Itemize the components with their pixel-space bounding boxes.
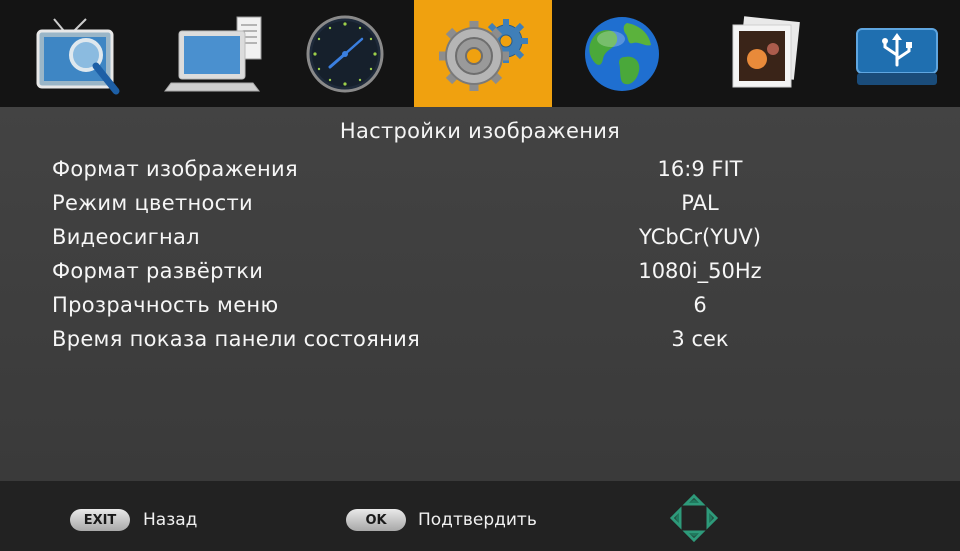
exit-key-badge[interactable]: EXIT	[70, 509, 130, 531]
exit-hint-label: Назад	[143, 510, 198, 530]
setting-value[interactable]: YCbCr(YUV)	[560, 225, 840, 249]
setting-value[interactable]: 6	[560, 293, 840, 317]
footer-hints: EXIT Назад OK Подтвердить	[0, 481, 960, 551]
laptop-icon	[164, 16, 262, 91]
tab-media[interactable]	[693, 0, 831, 107]
photo-icon	[732, 15, 800, 87]
ok-key-badge[interactable]: OK	[346, 509, 406, 531]
setting-label: Прозрачность меню	[52, 293, 279, 317]
tab-channels[interactable]	[10, 0, 148, 107]
setting-label: Режим цветности	[52, 191, 253, 215]
dpad-icon	[669, 493, 719, 543]
top-menu-bar	[0, 0, 960, 107]
gears-icon	[439, 18, 528, 91]
setting-row-video-signal[interactable]: Видеосигнал YCbCr(YUV)	[0, 225, 960, 257]
setting-label: Время показа панели состояния	[52, 327, 421, 351]
page-title: Настройки изображения	[339, 119, 621, 143]
setting-value[interactable]: 3 сек	[560, 327, 840, 351]
tab-usb[interactable]	[826, 0, 960, 107]
ok-hint-label: Подтвердить	[418, 510, 537, 530]
settings-panel: Настройки изображения Формат изображения…	[0, 107, 960, 481]
setting-value[interactable]: 1080i_50Hz	[560, 259, 840, 283]
setting-row-status-timeout[interactable]: Время показа панели состояния 3 сек	[0, 327, 960, 359]
setting-label: Формат развёртки	[52, 259, 264, 283]
tab-settings[interactable]	[414, 0, 552, 107]
clock-icon	[306, 15, 384, 92]
tab-system[interactable]	[145, 0, 283, 107]
setting-label: Видеосигнал	[52, 225, 200, 249]
setting-value[interactable]: PAL	[560, 191, 840, 215]
tv-search-icon	[36, 17, 120, 94]
usb-drive-icon	[856, 27, 938, 85]
globe-icon	[585, 16, 659, 91]
setting-row-transparency[interactable]: Прозрачность меню 6	[0, 293, 960, 325]
setting-value[interactable]: 16:9 FIT	[560, 157, 840, 181]
tab-network[interactable]	[553, 0, 691, 107]
tab-time[interactable]	[276, 0, 414, 107]
setting-label: Формат изображения	[52, 157, 298, 181]
setting-row-color-mode[interactable]: Режим цветности PAL	[0, 191, 960, 223]
setting-row-resolution[interactable]: Формат развёртки 1080i_50Hz	[0, 259, 960, 291]
setting-row-aspect[interactable]: Формат изображения 16:9 FIT	[0, 157, 960, 189]
